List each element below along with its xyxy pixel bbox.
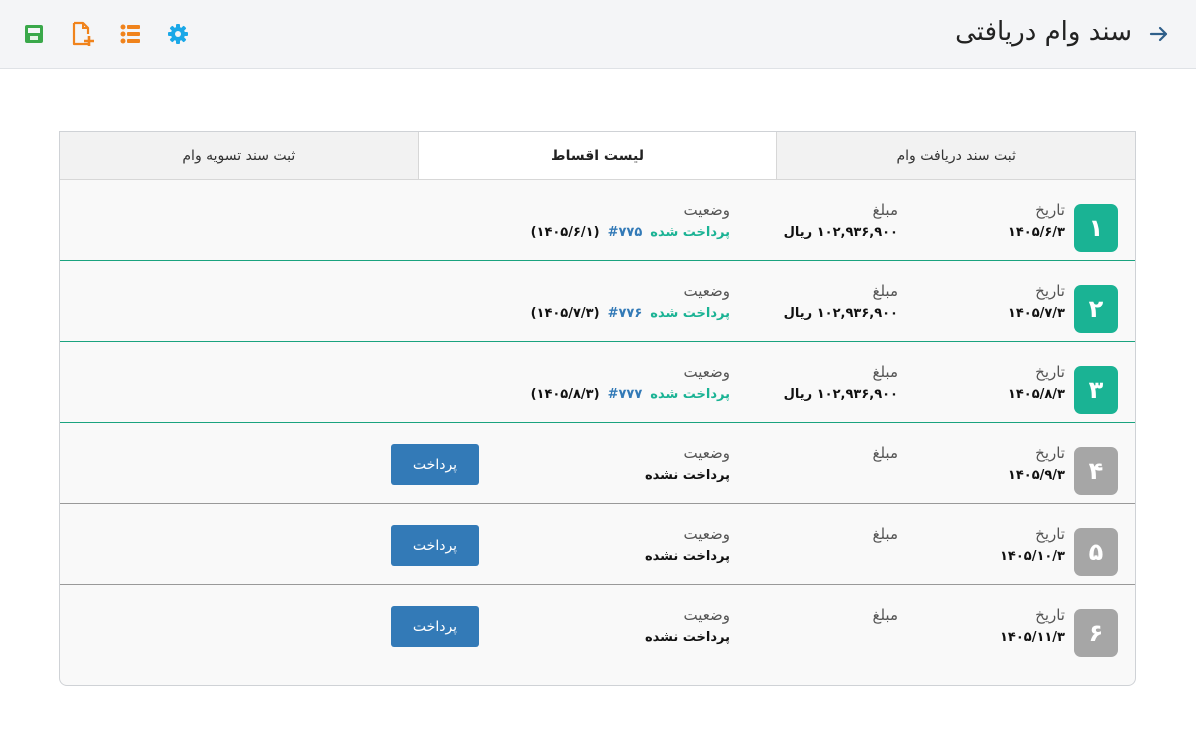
paid-date: (۱۴۰۵/۶/۱) [530,225,600,240]
status-label: وضعیت [683,444,730,462]
status-column: وضعیت پرداخت شده #۷۷۵ (۱۴۰۵/۶/۱) [531,201,730,240]
status-value: پرداخت شده #۷۷۵ (۱۴۰۵/۶/۱) [531,225,730,240]
amount-column: مبلغ ۱۰۲,۹۳۶,۹۰۰ ریال [784,282,898,321]
date-label: تاریخ [1035,201,1065,219]
installment-row: ۲ تاریخ ۱۴۰۵/۷/۳ مبلغ ۱۰۲,۹۳۶,۹۰۰ ریال وضعیت پ… [60,261,1135,342]
date-column: تاریخ ۱۴۰۵/۱۰/۳ [1000,525,1065,564]
amount-label: مبلغ [872,606,898,624]
pay-button[interactable]: پرداخت [391,606,479,647]
status-value: پرداخت شده #۷۷۷ (۱۴۰۵/۸/۳) [531,387,730,402]
date-column: تاریخ ۱۴۰۵/۹/۳ [1008,444,1065,483]
date-label: تاریخ [1035,282,1065,300]
amount-column: مبلغ ۱۰۲,۹۳۶,۹۰۰ ریال [784,201,898,240]
status-column: وضعیت پرداخت نشده [645,606,730,645]
date-value: ۱۴۰۵/۹/۳ [1007,468,1065,483]
date-label: تاریخ [1035,525,1065,543]
page-header: سند وام دریافتی [0,0,1196,69]
status-label: وضعیت [683,363,730,381]
status-label: وضعیت [683,606,730,624]
amount-value: ۱۰۲,۹۳۶,۹۰۰ ریال [783,225,898,240]
date-column: تاریخ ۱۴۰۵/۶/۳ [1008,201,1065,240]
date-value: ۱۴۰۵/۷/۳ [1007,306,1065,321]
installment-number-badge: ۱ [1074,204,1118,252]
document-link[interactable]: #۷۷۶ [608,306,643,321]
date-value: ۱۴۰۵/۶/۳ [1007,225,1065,240]
status-text: پرداخت شده [650,225,730,240]
save-icon[interactable] [20,20,48,48]
amount-column: مبلغ [872,606,898,630]
amount-label: مبلغ [872,444,898,462]
installments-list: ۱ تاریخ ۱۴۰۵/۶/۳ مبلغ ۱۰۲,۹۳۶,۹۰۰ ریال وضعیت پ… [60,180,1135,666]
status-column: وضعیت پرداخت شده #۷۷۶ (۱۴۰۵/۷/۳) [531,282,730,321]
page-title: سند وام دریافتی [955,17,1132,47]
amount-label: مبلغ [872,201,898,219]
status-column: وضعیت پرداخت نشده [645,444,730,483]
date-value: ۱۴۰۵/۸/۳ [1007,387,1065,402]
amount-value: ۱۰۲,۹۳۶,۹۰۰ ریال [783,387,898,402]
list-icon[interactable] [116,20,144,48]
date-column: تاریخ ۱۴۰۵/۷/۳ [1008,282,1065,321]
tab-settle-loan[interactable]: ثبت سند تسویه وام [60,132,418,179]
back-arrow-icon[interactable] [1146,21,1172,47]
paid-date: (۱۴۰۵/۸/۳) [530,387,600,402]
date-column: تاریخ ۱۴۰۵/۸/۳ [1008,363,1065,402]
tab-installments-list[interactable]: لیست اقساط [417,132,777,179]
status-value: پرداخت شده #۷۷۶ (۱۴۰۵/۷/۳) [531,306,730,321]
installment-number-badge: ۶ [1074,609,1118,657]
installment-row: ۱ تاریخ ۱۴۰۵/۶/۳ مبلغ ۱۰۲,۹۳۶,۹۰۰ ریال وضعیت پ… [60,180,1135,261]
installment-row: ۵ تاریخ ۱۴۰۵/۱۰/۳ مبلغ وضعیت پرداخت نشده پرداخ… [60,504,1135,585]
status-column: وضعیت پرداخت نشده [645,525,730,564]
tab-bar: ثبت سند دریافت وام لیست اقساط ثبت سند تس… [60,132,1135,180]
status-text: پرداخت شده [650,306,730,321]
installments-card: ثبت سند دریافت وام لیست اقساط ثبت سند تس… [59,131,1136,686]
status-column: وضعیت پرداخت شده #۷۷۷ (۱۴۰۵/۸/۳) [531,363,730,402]
installment-row: ۳ تاریخ ۱۴۰۵/۸/۳ مبلغ ۱۰۲,۹۳۶,۹۰۰ ریال وضعیت پ… [60,342,1135,423]
status-label: وضعیت [683,525,730,543]
amount-column: مبلغ [872,525,898,549]
settings-icon[interactable] [164,20,192,48]
status-value: پرداخت نشده [644,630,730,645]
add-document-icon[interactable] [68,20,96,48]
tab-receive-loan[interactable]: ثبت سند دریافت وام [776,132,1135,179]
installment-number-badge: ۴ [1074,447,1118,495]
installment-number-badge: ۳ [1074,366,1118,414]
amount-label: مبلغ [872,282,898,300]
date-label: تاریخ [1035,363,1065,381]
status-label: وضعیت [683,201,730,219]
date-label: تاریخ [1035,606,1065,624]
pay-button[interactable]: پرداخت [391,525,479,566]
paid-date: (۱۴۰۵/۷/۳) [530,306,600,321]
installment-row: ۴ تاریخ ۱۴۰۵/۹/۳ مبلغ وضعیت پرداخت نشده پرداخت [60,423,1135,504]
pay-button[interactable]: پرداخت [391,444,479,485]
amount-label: مبلغ [872,525,898,543]
date-value: ۱۴۰۵/۱۱/۳ [999,630,1065,645]
status-label: وضعیت [683,282,730,300]
installment-number-badge: ۵ [1074,528,1118,576]
document-link[interactable]: #۷۷۵ [608,225,643,240]
date-value: ۱۴۰۵/۱۰/۳ [999,549,1065,564]
amount-column: مبلغ [872,444,898,468]
amount-value: ۱۰۲,۹۳۶,۹۰۰ ریال [783,306,898,321]
document-link[interactable]: #۷۷۷ [608,387,643,402]
amount-column: مبلغ ۱۰۲,۹۳۶,۹۰۰ ریال [784,363,898,402]
amount-label: مبلغ [872,363,898,381]
date-label: تاریخ [1035,444,1065,462]
status-text: پرداخت شده [650,387,730,402]
installment-number-badge: ۲ [1074,285,1118,333]
status-value: پرداخت نشده [644,468,730,483]
installment-row: ۶ تاریخ ۱۴۰۵/۱۱/۳ مبلغ وضعیت پرداخت نشده پرداخ… [60,585,1135,666]
status-value: پرداخت نشده [644,549,730,564]
date-column: تاریخ ۱۴۰۵/۱۱/۳ [1000,606,1065,645]
